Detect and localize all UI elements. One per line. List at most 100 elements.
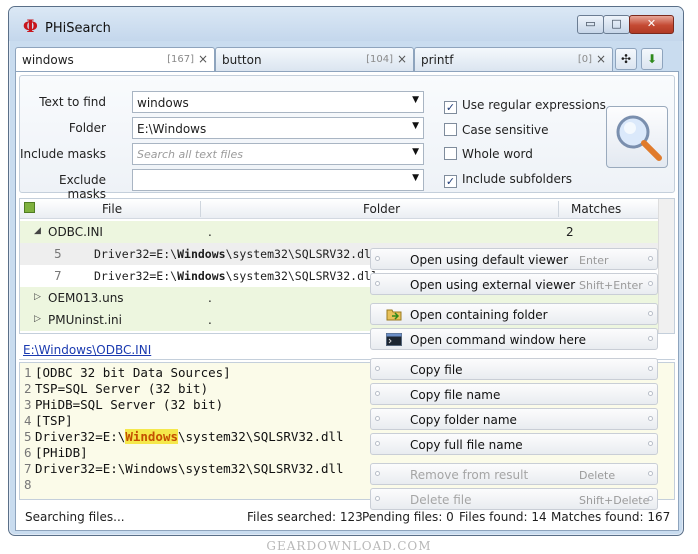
text-to-find-input[interactable]: windows ▼ bbox=[132, 91, 424, 113]
preview-line: 1 [ODBC 32 bit Data Sources] bbox=[24, 365, 231, 380]
preview-line: 4 [TSP] bbox=[24, 413, 73, 428]
column-folder[interactable]: Folder bbox=[363, 202, 400, 216]
tab-label: printf bbox=[421, 53, 454, 67]
collapse-all-icon[interactable] bbox=[24, 202, 35, 213]
matches-found: Matches found: 167 bbox=[551, 510, 671, 524]
checkbox-label: Case sensitive bbox=[462, 123, 549, 137]
tab-count: [0] bbox=[577, 54, 592, 65]
collapse-arrow-icon[interactable]: ◢ bbox=[34, 226, 41, 236]
line-number: 7 bbox=[54, 269, 62, 283]
results-scrollbar[interactable] bbox=[658, 199, 674, 333]
minimize-button[interactable]: ▭ bbox=[577, 15, 604, 34]
tab-label: button bbox=[222, 53, 262, 67]
menu-remove-from-result[interactable]: Remove from result Delete bbox=[370, 463, 658, 485]
tab-close-icon[interactable]: × bbox=[596, 52, 606, 66]
menu-open-command-window[interactable]: Open command window here bbox=[370, 328, 658, 350]
title-bar[interactable]: Φ PHiSearch ▭ □ ✕ bbox=[9, 7, 683, 41]
folder-name: . bbox=[208, 291, 212, 305]
include-masks-input[interactable]: Search all text files ▼ bbox=[132, 143, 424, 165]
table-row[interactable]: ◢ ODBC.INI . 2 bbox=[20, 221, 660, 243]
files-found: Files found: 14 bbox=[459, 510, 547, 524]
case-sensitive-checkbox[interactable]: Case sensitive bbox=[444, 123, 549, 137]
folder-icon bbox=[386, 309, 402, 321]
phi-logo-icon: Φ bbox=[23, 17, 38, 37]
grid-header: File Folder Matches bbox=[20, 199, 660, 219]
include-masks-label: Include masks bbox=[20, 147, 106, 161]
file-name: OEM013.uns bbox=[48, 291, 124, 305]
column-matches[interactable]: Matches bbox=[571, 202, 621, 216]
exclude-masks-label: Exclude masks bbox=[58, 173, 106, 201]
status-state: Searching files... bbox=[25, 510, 125, 524]
whole-word-checkbox[interactable]: Whole word bbox=[444, 147, 533, 161]
column-file[interactable]: File bbox=[102, 202, 122, 216]
chevron-down-icon[interactable]: ▼ bbox=[412, 173, 419, 183]
tab-count: [167] bbox=[167, 54, 194, 65]
use-regex-checkbox[interactable]: ✓ Use regular expressions bbox=[444, 98, 606, 114]
maximize-button[interactable]: □ bbox=[603, 15, 630, 34]
expand-arrow-icon[interactable]: ▷ bbox=[34, 292, 41, 302]
pending-files: Pending files: 0 bbox=[362, 510, 454, 524]
checkbox-label: Include subfolders bbox=[462, 172, 573, 186]
menu-open-default-viewer[interactable]: Open using default viewer Enter bbox=[370, 248, 658, 270]
search-button[interactable] bbox=[606, 106, 668, 168]
menu-copy-full-file-name[interactable]: Copy full file name bbox=[370, 433, 658, 455]
watermark: GEARDOWNLOAD.COM bbox=[266, 539, 432, 553]
folder-name: . bbox=[208, 313, 212, 327]
tab-label: windows bbox=[22, 53, 74, 67]
match-highlight: Windows bbox=[125, 429, 178, 444]
download-arrow-icon[interactable]: ⬇ bbox=[641, 48, 663, 70]
preview-line: 7 Driver32=E:\Windows\system32\SQLSRV32.d… bbox=[24, 461, 344, 476]
preview-line: 2 TSP=SQL Server (32 bit) bbox=[24, 381, 209, 396]
chevron-down-icon[interactable]: ▼ bbox=[412, 147, 419, 157]
expand-arrow-icon[interactable]: ▷ bbox=[34, 314, 41, 324]
line-text: Driver32=E:\Windows\system32\SQLSRV32.dl… bbox=[94, 269, 378, 283]
tab-strip: windows [167] × button [104] × printf [0… bbox=[15, 47, 679, 72]
checkbox-box[interactable]: ✓ bbox=[444, 175, 457, 188]
tab-printf[interactable]: printf [0] × bbox=[414, 47, 613, 71]
close-button[interactable]: ✕ bbox=[629, 15, 674, 34]
files-searched: Files searched: 123 bbox=[247, 510, 363, 524]
text-to-find-label: Text to find bbox=[39, 95, 106, 109]
search-form: Text to find windows ▼ Folder E:\Windows… bbox=[19, 75, 675, 201]
chevron-down-icon[interactable]: ▼ bbox=[412, 121, 419, 131]
folder-label: Folder bbox=[68, 121, 106, 135]
file-path-link[interactable]: E:\Windows\ODBC.INI bbox=[23, 343, 151, 357]
include-masks-placeholder: Search all text files bbox=[137, 148, 243, 161]
chevron-down-icon[interactable]: ▼ bbox=[412, 95, 419, 105]
exclude-masks-input[interactable]: ▼ bbox=[132, 169, 424, 191]
checkbox-box[interactable] bbox=[444, 123, 457, 136]
match-count: 2 bbox=[566, 225, 574, 239]
menu-open-external-viewer[interactable]: Open using external viewer Shift+Enter bbox=[370, 273, 658, 295]
checkbox-box[interactable]: ✓ bbox=[444, 101, 457, 114]
window-title: PHiSearch bbox=[45, 21, 111, 36]
tab-windows[interactable]: windows [167] × bbox=[15, 47, 215, 72]
checkbox-box[interactable] bbox=[444, 147, 457, 160]
tab-button[interactable]: button [104] × bbox=[215, 47, 414, 71]
folder-input[interactable]: E:\Windows ▼ bbox=[132, 117, 424, 139]
checkbox-label: Whole word bbox=[462, 147, 533, 161]
file-name: ODBC.INI bbox=[48, 225, 103, 239]
preview-line: 6 [PHiDB] bbox=[24, 445, 88, 460]
pin-tab-icon[interactable]: ✣ bbox=[615, 48, 637, 70]
text-to-find-value: windows bbox=[137, 96, 189, 110]
tab-close-icon[interactable]: × bbox=[397, 52, 407, 66]
menu-copy-file[interactable]: Copy file bbox=[370, 358, 658, 380]
magnifier-icon bbox=[616, 115, 662, 161]
menu-copy-folder-name[interactable]: Copy folder name bbox=[370, 408, 658, 430]
menu-delete-file[interactable]: Delete file Shift+Delete bbox=[370, 488, 658, 510]
file-name: PMUninst.ini bbox=[48, 313, 122, 327]
menu-copy-file-name[interactable]: Copy file name bbox=[370, 383, 658, 405]
menu-open-containing-folder[interactable]: Open containing folder bbox=[370, 303, 658, 325]
context-menu: Open using default viewer Enter Open usin… bbox=[370, 248, 658, 512]
line-text: Driver32=E:\Windows\system32\SQLSRV32.dl… bbox=[94, 247, 378, 261]
preview-line: 3 PHiDB=SQL Server (32 bit) bbox=[24, 397, 224, 412]
checkbox-label: Use regular expressions bbox=[462, 98, 606, 112]
tab-count: [104] bbox=[366, 54, 393, 65]
folder-value: E:\Windows bbox=[137, 122, 207, 136]
include-subfolders-checkbox[interactable]: ✓ Include subfolders bbox=[444, 172, 572, 188]
tab-close-icon[interactable]: × bbox=[198, 52, 208, 66]
preview-line: 5 Driver32=E:\Windows\system32\SQLSRV32.d… bbox=[24, 429, 344, 444]
terminal-icon bbox=[386, 333, 402, 346]
preview-line: 8 bbox=[24, 477, 32, 492]
folder-name: . bbox=[208, 225, 212, 239]
